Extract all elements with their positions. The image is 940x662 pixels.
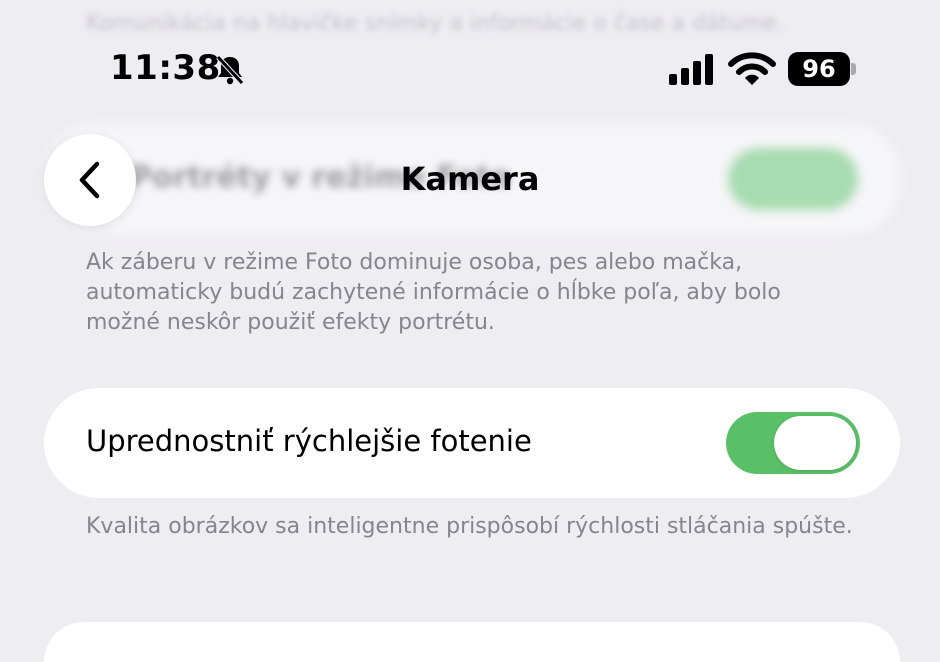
battery-nub [851, 63, 856, 75]
faster-shooting-row: Uprednostniť rýchlejšie fotenie [44, 388, 900, 498]
portrait-footnote: Ak záberu v režime Foto dominuje osoba, … [86, 250, 781, 335]
faster-shooting-footnote: Kvalita obrázkov sa inteligentne prispôs… [86, 514, 853, 539]
bell-slash-icon [216, 55, 244, 85]
toggle-knob [774, 416, 856, 470]
next-settings-card [44, 622, 900, 662]
page-title: Kamera [400, 160, 540, 198]
faded-scrolled-text: Komunikácia na hlavičke snímky a informá… [86, 11, 784, 36]
battery-level: 96 [802, 55, 836, 83]
cellular-signal-icon [669, 54, 713, 85]
battery-icon: 96 [788, 52, 850, 86]
status-bar: 11:38 96 [0, 44, 940, 96]
faster-shooting-label: Uprednostniť rýchlejšie fotenie [86, 424, 532, 458]
status-time: 11:38 [110, 48, 221, 88]
faster-shooting-toggle[interactable] [726, 412, 860, 474]
wifi-icon [728, 52, 776, 85]
